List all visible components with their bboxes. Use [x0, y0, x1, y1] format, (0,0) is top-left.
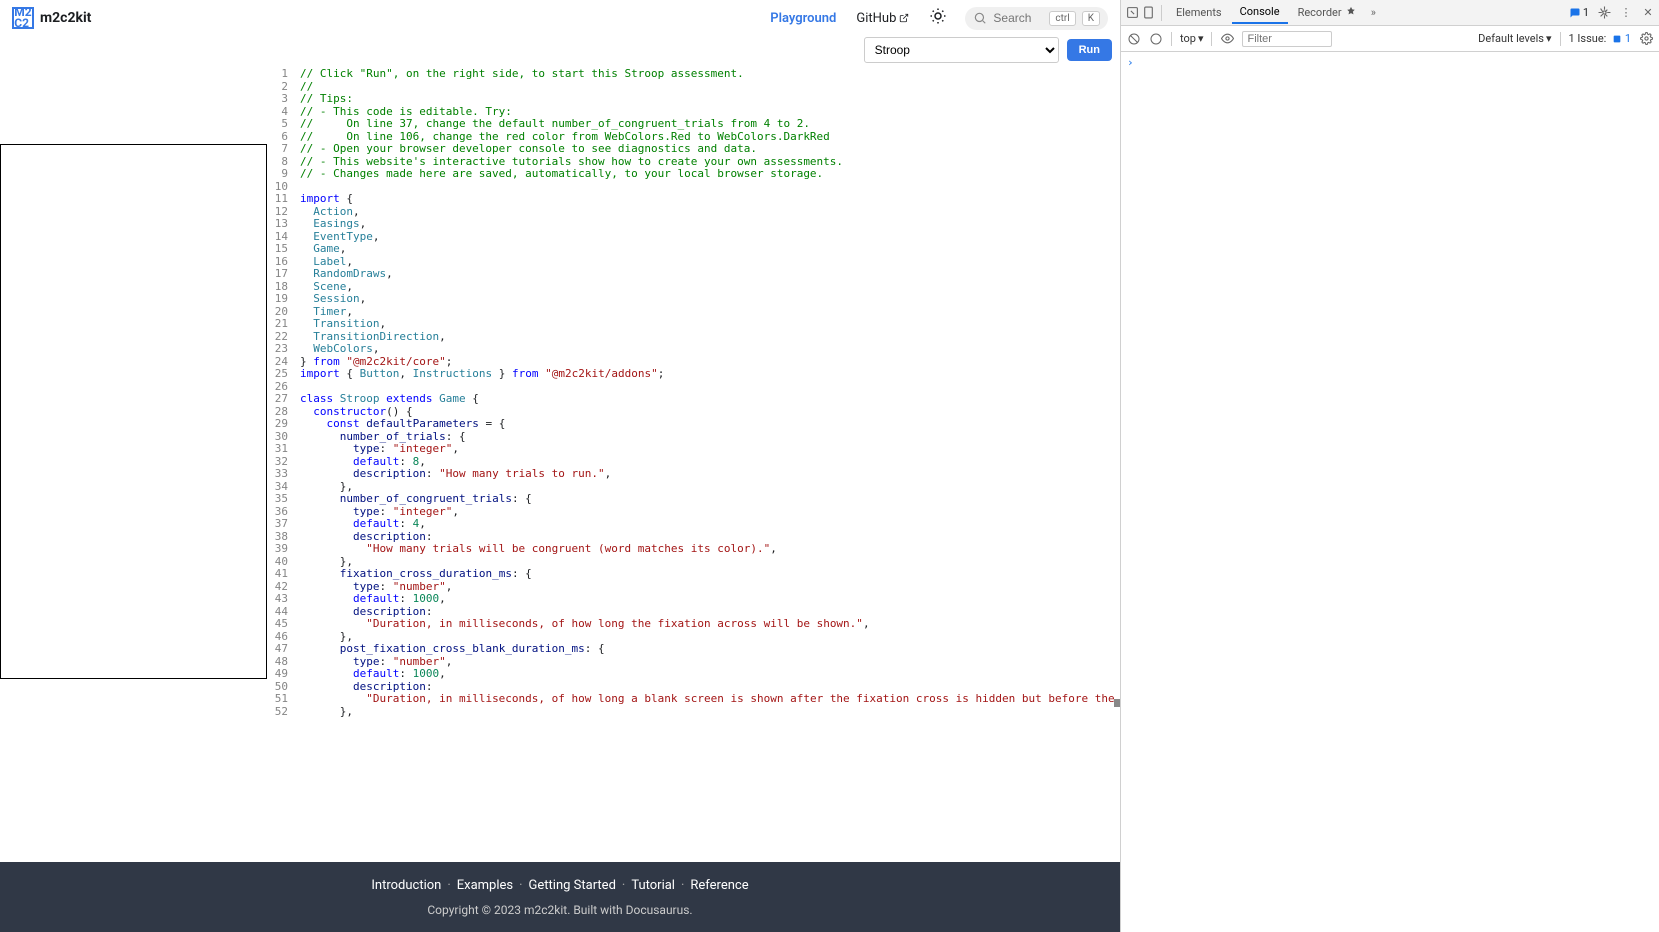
footer-link[interactable]: Getting Started: [529, 878, 616, 893]
more-tabs-icon[interactable]: »: [1366, 6, 1380, 20]
footer-links: Introduction·Examples·Getting Started·Tu…: [371, 878, 748, 893]
info-icon: [1612, 34, 1622, 44]
header: M2 C2 m2c2kit Playground GitHub ctrl K: [0, 0, 1120, 36]
run-button[interactable]: Run: [1067, 39, 1112, 61]
chat-icon: [1569, 7, 1581, 19]
playground-toolbar: Stroop Run: [0, 36, 1120, 64]
search-box[interactable]: ctrl K: [965, 7, 1108, 30]
logo-icon: M2 C2: [12, 7, 34, 29]
tab-console[interactable]: Console: [1232, 1, 1288, 24]
console-toolbar: top ▾ Default levels ▾ 1 Issue: 1: [1121, 26, 1659, 52]
messages-badge[interactable]: 1: [1569, 6, 1589, 19]
context-selector[interactable]: top ▾: [1180, 32, 1203, 45]
devtools-panel: Elements Console Recorder » 1 ⋮ ✕: [1120, 0, 1659, 932]
footer-link[interactable]: Introduction: [371, 878, 441, 893]
line-gutter: 1234567891011121314151617181920212223242…: [0, 64, 300, 862]
code-content[interactable]: // Click "Run", on the right side, to st…: [300, 64, 1120, 862]
console-output[interactable]: ›: [1121, 52, 1659, 932]
kbd-ctrl: ctrl: [1049, 11, 1075, 26]
theme-toggle[interactable]: [919, 7, 957, 29]
footer-link[interactable]: Reference: [690, 878, 748, 893]
content-area: 1234567891011121314151617181920212223242…: [0, 64, 1120, 862]
clear-console-icon[interactable]: [1127, 32, 1141, 46]
external-link-icon: [899, 13, 909, 23]
search-icon: [973, 11, 987, 25]
example-select[interactable]: Stroop: [864, 37, 1059, 63]
kbd-k: K: [1082, 11, 1100, 26]
filter-input[interactable]: [1242, 31, 1332, 47]
chevron-down-icon: ▾: [1198, 32, 1204, 45]
search-input[interactable]: [993, 11, 1043, 25]
eye-icon[interactable]: [1220, 32, 1234, 46]
levels-selector[interactable]: Default levels ▾: [1478, 32, 1551, 45]
footer-link[interactable]: Examples: [457, 878, 513, 893]
tab-recorder[interactable]: Recorder: [1290, 2, 1365, 23]
footer: Introduction·Examples·Getting Started·Tu…: [0, 862, 1120, 932]
inspect-icon[interactable]: [1125, 6, 1139, 20]
device-icon[interactable]: [1141, 6, 1155, 20]
console-prompt-icon: ›: [1127, 56, 1134, 69]
logo[interactable]: M2 C2 m2c2kit: [12, 7, 91, 29]
drag-handle[interactable]: [1114, 699, 1120, 707]
beta-icon: [1346, 6, 1356, 16]
close-devtools-icon[interactable]: ✕: [1641, 6, 1655, 20]
footer-copyright: Copyright © 2023 m2c2kit. Built with Doc…: [427, 903, 692, 917]
kebab-icon[interactable]: ⋮: [1619, 6, 1633, 20]
stop-icon[interactable]: [1149, 32, 1163, 46]
console-settings-icon[interactable]: [1639, 32, 1653, 46]
tab-elements[interactable]: Elements: [1168, 2, 1230, 23]
sun-icon: [929, 7, 947, 25]
settings-icon[interactable]: [1597, 6, 1611, 20]
code-editor[interactable]: 1234567891011121314151617181920212223242…: [0, 64, 1120, 862]
nav-playground[interactable]: Playground: [760, 11, 846, 26]
chevron-down-icon: ▾: [1546, 32, 1552, 45]
nav-github[interactable]: GitHub: [846, 11, 919, 26]
issues-link[interactable]: 1 Issue: 1: [1569, 32, 1631, 45]
devtools-tabs: Elements Console Recorder » 1 ⋮ ✕: [1121, 0, 1659, 26]
logo-text: m2c2kit: [40, 10, 91, 26]
footer-link[interactable]: Tutorial: [631, 878, 675, 893]
